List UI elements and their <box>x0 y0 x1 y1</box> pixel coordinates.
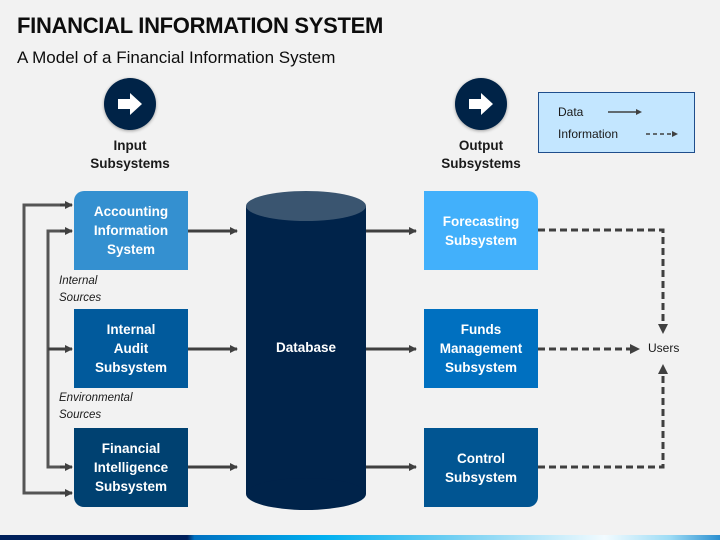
info-arrowhead-forecasting <box>658 324 668 334</box>
forecasting-subsystem-box: Forecasting Subsystem <box>424 191 538 270</box>
internal-audit-subsystem-box: Internal Audit Subsystem <box>74 309 188 388</box>
users-label: Users <box>648 341 680 355</box>
info-arrowhead-control <box>658 364 668 374</box>
control-subsystem-box: Control Subsystem <box>424 428 538 507</box>
internal-sources-label: Internal Sources <box>59 275 102 304</box>
database-label: Database <box>275 340 337 355</box>
info-line-control-users <box>538 372 665 469</box>
environmental-sources-label: Environmental Sources <box>59 392 133 421</box>
accounting-information-system-box: Accounting Information System <box>74 191 188 270</box>
financial-intelligence-subsystem-box: Financial Intelligence Subsystem <box>74 428 188 507</box>
info-arrowhead-funds <box>630 344 640 354</box>
funds-management-subsystem-box: Funds Management Subsystem <box>424 309 538 388</box>
bottom-accent-bar <box>0 535 720 540</box>
info-line-forecasting-users <box>538 228 665 326</box>
